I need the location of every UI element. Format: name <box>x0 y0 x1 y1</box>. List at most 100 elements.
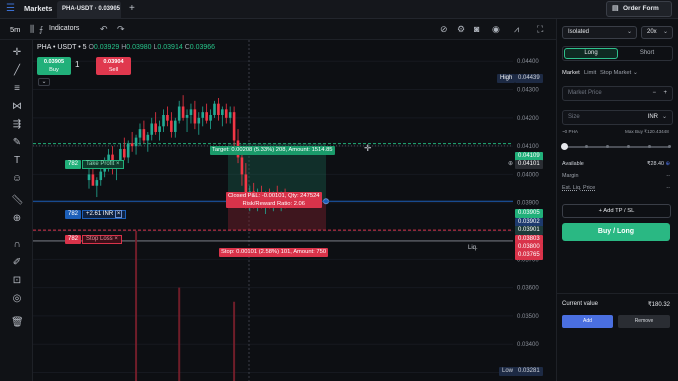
margin-mode-select[interactable]: Isolated ⌄ <box>562 26 637 39</box>
high-badge: High <box>497 74 516 83</box>
candle-body <box>193 109 197 124</box>
candle-body <box>134 137 138 147</box>
brush-tool-icon[interactable]: ⇶ <box>11 119 23 131</box>
timeframe-selector[interactable]: 5m <box>10 25 20 34</box>
pattern-icon[interactable]: ⋈ <box>11 101 23 113</box>
crosshair-icon[interactable]: ✛ <box>11 47 23 59</box>
volume-bar <box>178 287 181 381</box>
symbol-tab[interactable]: PHA-USDT · 0.03905 × <box>57 1 121 18</box>
chevron-down-icon[interactable]: ⌄ <box>662 111 667 124</box>
minus-icon[interactable]: − <box>652 87 656 100</box>
order-type-market[interactable]: Market <box>562 70 580 76</box>
candle-body <box>166 114 169 121</box>
trash-icon[interactable]: 🗑︎ <box>11 317 24 329</box>
order-type-limit[interactable]: Limit <box>584 70 596 76</box>
tp-close-icon[interactable]: × <box>116 161 120 167</box>
add-tab-icon[interactable]: + <box>129 3 135 14</box>
candle-body <box>126 143 130 158</box>
short-tab[interactable]: Short <box>623 48 671 59</box>
size-hint: ~0 PHA <box>562 129 578 134</box>
order-form-button[interactable]: ▤ Order Form <box>606 1 672 17</box>
add-funds-icon[interactable]: ⊕ <box>665 161 670 167</box>
sl-label[interactable]: Stop Loss × <box>82 235 122 244</box>
panel-divider <box>557 293 678 294</box>
side-toggle: Long Short <box>562 46 673 61</box>
candle-type-icon[interactable]: ⫼ <box>30 24 34 35</box>
size-placeholder: Size <box>568 114 580 120</box>
position-label[interactable]: +2.61 INR × <box>82 210 127 219</box>
candle-body <box>197 117 201 124</box>
quick-buy-button[interactable]: 0.03905 Buy <box>37 57 71 75</box>
emoji-icon[interactable]: ☺ <box>11 173 23 185</box>
indicators-icon[interactable]: ⨍ <box>39 25 43 34</box>
sell-label: Sell <box>108 67 119 73</box>
ruler-icon[interactable]: 📏︎ <box>11 195 24 207</box>
slider-knob[interactable] <box>561 143 568 150</box>
plus-icon[interactable]: + <box>663 87 667 100</box>
lock-icon[interactable]: ⊡ <box>11 275 23 287</box>
drawing-toolbar: ✛ ╱ ≡ ⋈ ⇶ ✎ T ☺ 📏︎ ⊕ ∩ ✐ ⊡ ◎ 🗑︎ <box>0 40 33 381</box>
camera-icon[interactable]: ◙ <box>474 24 479 34</box>
plus-circle-icon[interactable]: ⊕ <box>505 160 516 169</box>
price-axis-label: 0.03500 <box>517 314 539 320</box>
undo-icon[interactable]: ↶ <box>100 24 108 35</box>
magnet-icon[interactable]: ∩ <box>11 239 23 251</box>
top-bar: ☰ Markets PHA-USDT · 0.03905 × + ▤ Order F… <box>0 0 678 19</box>
markets-link[interactable]: Markets <box>24 4 52 13</box>
buy-long-button[interactable]: Buy / Long <box>562 223 670 241</box>
leverage-select[interactable]: 20x ⌄ <box>641 26 673 39</box>
position-qty[interactable]: 782 <box>65 210 82 219</box>
chart-toolbar: 5m ⫼ ⨍ Indicators ↶ ↷ ⊘ ⚙ ◙ ◉ ⩘ ⛶ <box>0 19 556 40</box>
settings-icon[interactable]: ⚙ <box>457 24 465 35</box>
zoom-in-icon[interactable]: ⊕ <box>11 213 23 225</box>
chevron-down-icon: ⌄ <box>626 29 632 35</box>
sl-close-icon[interactable]: × <box>114 236 118 242</box>
high-badge-label: High <box>500 75 513 81</box>
position-close-icon[interactable]: × <box>114 210 123 218</box>
remove-margin-button[interactable]: Remove <box>618 315 670 328</box>
drawing-icon[interactable]: ⊘ <box>440 24 448 35</box>
redo-icon[interactable]: ↷ <box>117 24 125 35</box>
high-value: 0.03980 <box>126 44 152 51</box>
price-chart[interactable]: 0.04400 0.04300 0.04200 0.04100 0.04000 0.039… <box>33 40 556 381</box>
size-slider[interactable] <box>561 143 671 150</box>
text-tool-icon[interactable]: T <box>11 155 23 167</box>
candle-body <box>138 129 142 138</box>
long-tab[interactable]: Long <box>564 48 618 59</box>
fib-icon[interactable]: ≡ <box>11 83 23 95</box>
liq2-price-badge: 0.03765 <box>515 251 543 260</box>
target-annotation[interactable]: Target: 0.00208 (5.33%) 208, Amount: 151… <box>210 146 335 155</box>
size-field[interactable]: Size INR ⌄ <box>562 110 673 125</box>
quick-qty[interactable]: 1 <box>75 60 79 69</box>
visibility-icon[interactable]: ◎ <box>11 293 23 305</box>
position-price-badge: 0.03905 <box>515 209 543 218</box>
quick-sell-button[interactable]: 0.03904 Sell <box>96 57 131 75</box>
high-badge-value: 0.04439 <box>515 74 543 83</box>
trend-line-icon[interactable]: ╱ <box>11 65 23 77</box>
chart-layout-icon[interactable]: ⩘ <box>514 24 519 35</box>
indicators-button[interactable]: Indicators <box>49 25 79 32</box>
market-price-field[interactable]: Market Price − + <box>562 86 673 101</box>
order-type-stop-market[interactable]: Stop Market ⌄ <box>600 70 638 76</box>
pen-icon[interactable]: ✎ <box>11 137 23 149</box>
close-tab-icon[interactable]: × <box>113 1 117 18</box>
size-currency[interactable]: INR <box>648 111 658 124</box>
slider-tick <box>648 145 651 148</box>
tp-qty[interactable]: 782 <box>65 160 82 169</box>
tp-label[interactable]: Take Profit × <box>82 160 124 169</box>
menu-icon[interactable]: ☰ <box>6 4 16 14</box>
add-margin-button[interactable]: Add <box>562 315 613 328</box>
eye-icon[interactable]: ◉ <box>492 24 500 35</box>
stop-annotation[interactable]: Stop: 0.00101 (2.58%) 101, Amount: 750 <box>219 248 329 257</box>
closed-pnl-annotation[interactable]: Closed P&L: -0.00101, Qty: 247524 Risk/Re… <box>226 192 322 208</box>
est-liq-label: Est. Liq. Price <box>562 185 596 191</box>
low-badge-value: 0.03281 <box>515 367 543 376</box>
order-panel: Isolated ⌄ 20x ⌄ Long Short Market Limit S… <box>556 19 678 381</box>
lock-drawings-icon[interactable]: ✐ <box>11 257 23 269</box>
sl-qty[interactable]: 782 <box>65 235 82 244</box>
slider-tick <box>668 145 671 148</box>
add-tp-sl-button[interactable]: + Add TP / SL <box>562 204 671 218</box>
collapse-icon[interactable]: ⌄ <box>38 78 50 86</box>
fullscreen-icon[interactable]: ⛶ <box>537 24 543 35</box>
candle-body <box>170 120 173 132</box>
